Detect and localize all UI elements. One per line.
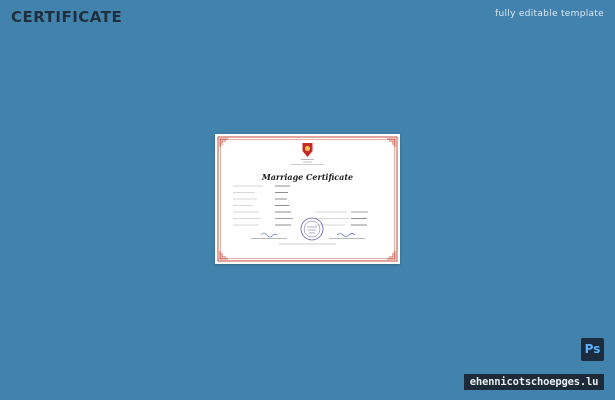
- signature-right: [329, 233, 365, 239]
- page-title: CERTIFICATE: [11, 8, 123, 26]
- certificate-preview[interactable]: Marriage Certificate: [215, 134, 400, 264]
- watermark-label: ehennicotschoepges.lu: [464, 374, 604, 390]
- certificate-artwork: Marriage Certificate: [217, 136, 398, 262]
- corner-ornament-bl: [219, 251, 228, 260]
- photoshop-badge-icon: Ps: [581, 338, 604, 361]
- certificate-heading: Marriage Certificate: [261, 172, 353, 182]
- corner-ornament-tl: [219, 138, 228, 147]
- corner-ornament-tr: [387, 138, 396, 147]
- tagline: fully editable template: [495, 9, 604, 19]
- stamp-icon: [300, 217, 324, 241]
- crest-icon: [302, 143, 313, 157]
- field-rows: [233, 185, 368, 226]
- signature-left: [251, 232, 287, 239]
- corner-ornament-br: [387, 251, 396, 260]
